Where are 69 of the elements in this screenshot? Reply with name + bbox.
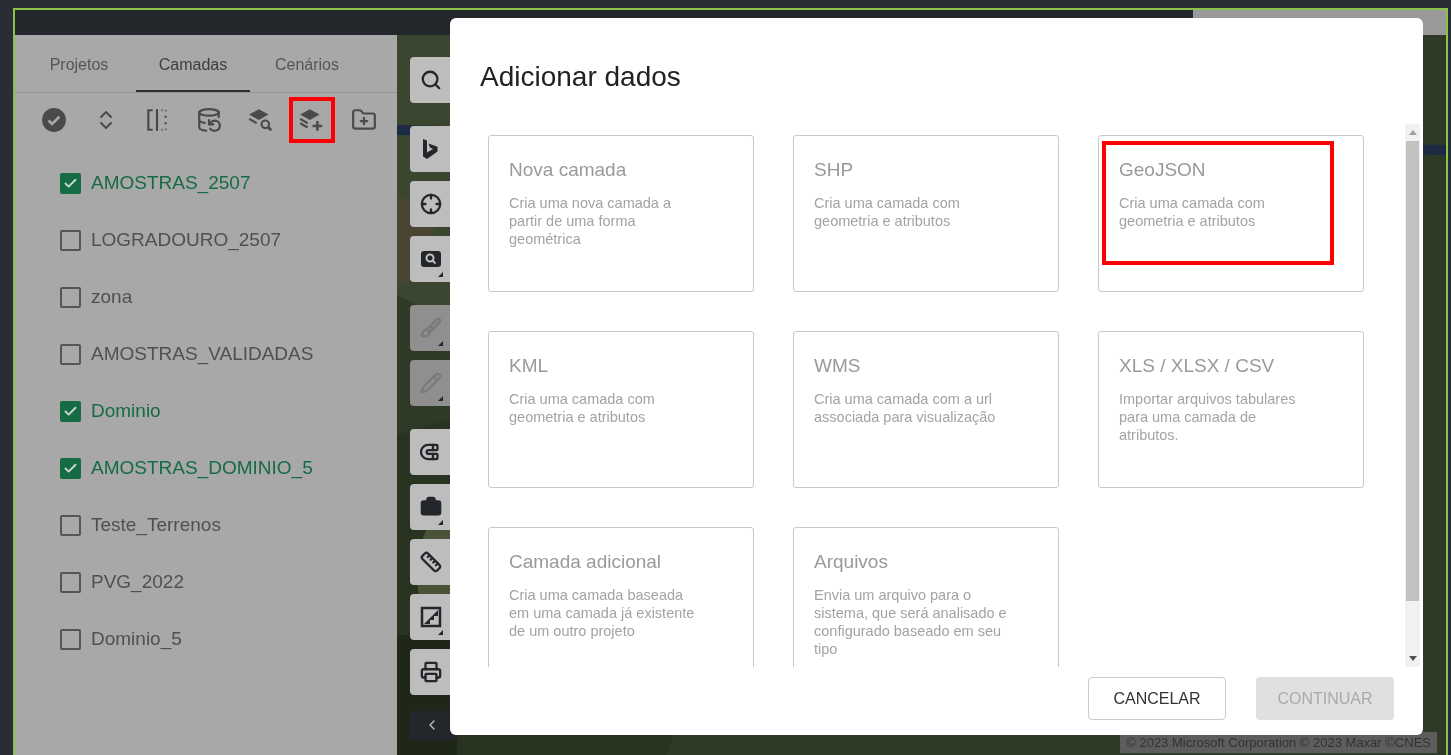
checkbox[interactable]	[60, 458, 81, 479]
option-description: Cria uma camada com geometria e atributos	[509, 390, 656, 426]
layer-name[interactable]: AMOSTRAS_VALIDADAS	[91, 340, 314, 369]
option-title: XLS / XLSX / CSV	[1119, 354, 1275, 378]
checkbox[interactable]	[60, 173, 81, 194]
menu-corner-icon	[438, 272, 443, 277]
layer-name[interactable]: LOGRADOURO_2507	[91, 226, 282, 255]
dialog-title: Adicionar dados	[480, 60, 681, 94]
layer-name[interactable]: Teste_Terrenos	[91, 511, 221, 540]
option-description: Envia um arquivo para o sistema, que será analisado e configurado baseado em seu tipo	[814, 586, 1008, 658]
checkbox[interactable]	[60, 287, 81, 308]
layer-name[interactable]: zona	[91, 283, 133, 312]
checkbox[interactable]	[60, 230, 81, 251]
scroll-up-icon	[1408, 130, 1417, 135]
option-title: SHP	[814, 158, 854, 182]
briefcase-icon	[420, 496, 442, 518]
option-description: Cria uma nova camada a partir de uma forma geométrica	[509, 194, 672, 248]
option-title: Nova camada	[509, 158, 627, 182]
check-icon	[63, 176, 78, 191]
option-title: GeoJSON	[1119, 158, 1206, 182]
option-card[interactable]: XLS / XLSX / CSV Importar arquivos tabulares para uma camada de atributos.	[1098, 331, 1364, 488]
option-card[interactable]: GeoJSON Cria uma camada com geometria e atributos	[1098, 135, 1364, 292]
database-refresh-icon[interactable]	[195, 107, 222, 133]
locate-icon	[420, 193, 442, 215]
bing-logo-icon	[420, 138, 440, 160]
tab[interactable]: Cenários	[250, 35, 364, 92]
option-description: Cria uma camada com geometria e atributos	[1119, 194, 1266, 230]
option-card[interactable]: SHP Cria uma camada com geometria e atributos	[793, 135, 1059, 292]
tab[interactable]: Camadas	[136, 35, 250, 92]
option-title: WMS	[814, 354, 861, 378]
zoom-search-icon	[420, 248, 442, 270]
option-title: Arquivos	[814, 550, 888, 574]
option-card[interactable]: KML Cria uma camada com geometria e atributos	[488, 331, 754, 488]
checkbox[interactable]	[60, 629, 81, 650]
check-icon	[63, 404, 78, 419]
dialog-button[interactable]: CANCELAR	[1088, 677, 1226, 720]
layer-name[interactable]: AMOSTRAS_DOMINIO_5	[91, 454, 313, 483]
layer-name[interactable]: Dominio_5	[91, 625, 182, 654]
scroll-down-icon	[1408, 656, 1417, 661]
option-title: KML	[509, 354, 549, 378]
layers-search-icon[interactable]	[246, 107, 275, 133]
checkbox[interactable]	[60, 344, 81, 365]
checkbox[interactable]	[60, 572, 81, 593]
menu-corner-icon	[438, 630, 443, 635]
option-card[interactable]: Camada adicional Cria uma camada baseada em uma camada já existente de um outro projeto	[488, 527, 754, 667]
option-title: Camada adicional	[509, 550, 662, 574]
extent-icon	[420, 606, 442, 628]
menu-corner-icon	[438, 396, 443, 401]
option-card[interactable]: WMS Cria uma camada com a url associada para visualização	[793, 331, 1059, 488]
layer-name[interactable]: Dominio	[91, 397, 161, 426]
option-description: Cria uma camada baseada em uma camada já existente de um outro projeto	[509, 586, 696, 640]
search-icon	[420, 69, 442, 91]
menu-corner-icon	[438, 520, 443, 525]
ruler-icon	[420, 551, 442, 573]
folder-plus-icon[interactable]	[350, 107, 377, 133]
check-circle-icon[interactable]	[41, 107, 67, 133]
option-card[interactable]: Arquivos Envia um arquivo para o sistema, que será analisado e configurado baseado em seu tipo	[793, 527, 1059, 667]
printer-icon	[420, 661, 442, 683]
option-description: Cria uma camada com geometria e atributos	[814, 194, 961, 230]
checkbox[interactable]	[60, 515, 81, 536]
layer-name[interactable]: AMOSTRAS_2507	[91, 169, 251, 198]
checkbox[interactable]	[60, 401, 81, 422]
option-description: Importar arquivos tabulares para uma camada de atributos.	[1119, 390, 1297, 444]
option-description: Cria uma camada com a url associada para visualização	[814, 390, 997, 426]
menu-corner-icon	[438, 341, 443, 346]
check-icon	[63, 461, 78, 476]
option-card[interactable]: Nova camada Cria uma nova camada a partir de uma forma geométrica	[488, 135, 754, 292]
layer-name[interactable]: PVG_2022	[91, 568, 184, 597]
tab[interactable]: Projetos	[22, 35, 136, 92]
